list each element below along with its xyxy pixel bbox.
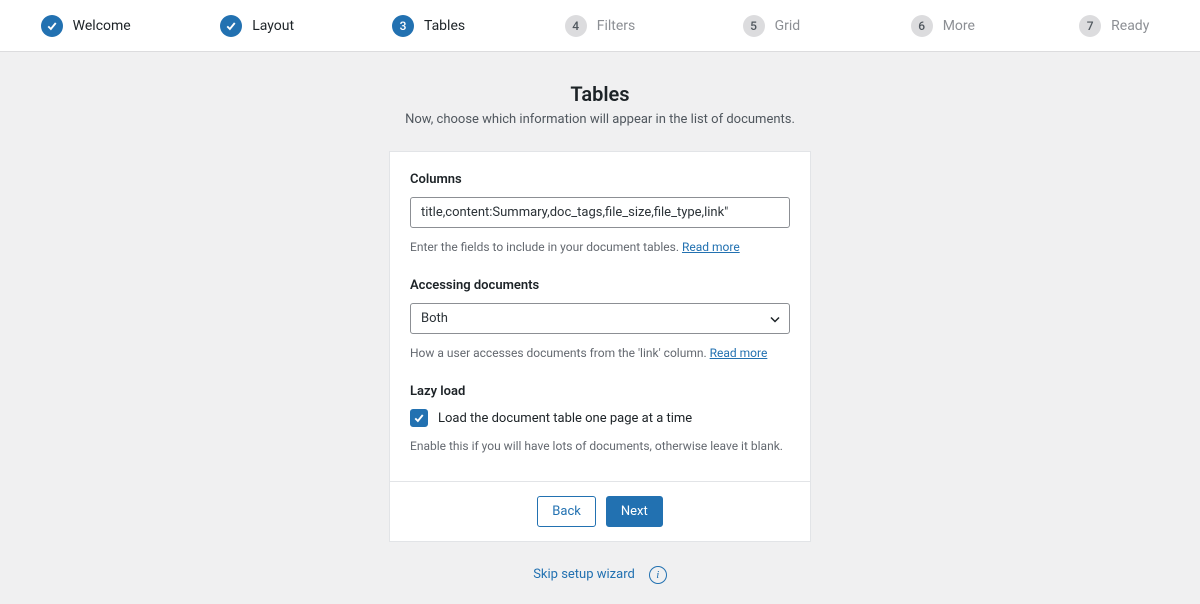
check-icon	[41, 15, 63, 37]
access-field: Accessing documents Both How a user acce…	[410, 278, 790, 360]
next-button[interactable]: Next	[606, 496, 663, 527]
step-more[interactable]: 6 More	[857, 15, 1028, 37]
step-number-icon: 7	[1079, 15, 1101, 37]
step-layout[interactable]: Layout	[171, 15, 342, 37]
lazy-load-checkbox[interactable]	[410, 409, 428, 427]
step-number-icon: 6	[911, 15, 933, 37]
lazy-checkbox-label[interactable]: Load the document table one page at a ti…	[438, 411, 692, 426]
step-label: More	[943, 18, 975, 34]
step-label: Ready	[1111, 18, 1149, 34]
columns-label: Columns	[410, 172, 790, 187]
step-label: Grid	[775, 18, 801, 34]
columns-read-more-link[interactable]: Read more	[682, 240, 740, 254]
lazy-field: Lazy load Load the document table one pa…	[410, 384, 790, 453]
settings-panel: Columns Enter the fields to include in y…	[389, 151, 811, 542]
step-number-icon: 5	[743, 15, 765, 37]
step-label: Layout	[252, 18, 294, 34]
lazy-help: Enable this if you will have lots of doc…	[410, 439, 790, 453]
skip-row: Skip setup wizard i	[0, 564, 1200, 584]
page-title: Tables	[0, 82, 1200, 106]
columns-field: Columns Enter the fields to include in y…	[410, 172, 790, 254]
access-select[interactable]: Both	[410, 303, 790, 334]
wizard-content: Tables Now, choose which information wil…	[0, 52, 1200, 604]
page-subtitle: Now, choose which information will appea…	[0, 112, 1200, 127]
lazy-label: Lazy load	[410, 384, 790, 399]
columns-input[interactable]	[410, 197, 790, 228]
skip-wizard-link[interactable]: Skip setup wizard	[533, 567, 635, 582]
step-number-icon: 3	[392, 15, 414, 37]
step-label: Tables	[424, 18, 465, 34]
back-button[interactable]: Back	[537, 496, 596, 527]
step-filters[interactable]: 4 Filters	[514, 15, 685, 37]
step-welcome[interactable]: Welcome	[0, 15, 171, 37]
step-tables[interactable]: 3 Tables	[343, 15, 514, 37]
columns-help: Enter the fields to include in your docu…	[410, 240, 790, 254]
step-ready[interactable]: 7 Ready	[1029, 15, 1200, 37]
access-help: How a user accesses documents from the '…	[410, 346, 790, 360]
check-icon	[220, 15, 242, 37]
step-label: Welcome	[73, 18, 131, 34]
step-grid[interactable]: 5 Grid	[686, 15, 857, 37]
wizard-stepper: Welcome Layout 3 Tables 4 Filters 5 Grid…	[0, 0, 1200, 52]
info-icon[interactable]: i	[649, 566, 667, 584]
access-label: Accessing documents	[410, 278, 790, 293]
panel-footer: Back Next	[390, 481, 810, 541]
step-label: Filters	[597, 18, 636, 34]
step-number-icon: 4	[565, 15, 587, 37]
access-read-more-link[interactable]: Read more	[710, 346, 768, 360]
